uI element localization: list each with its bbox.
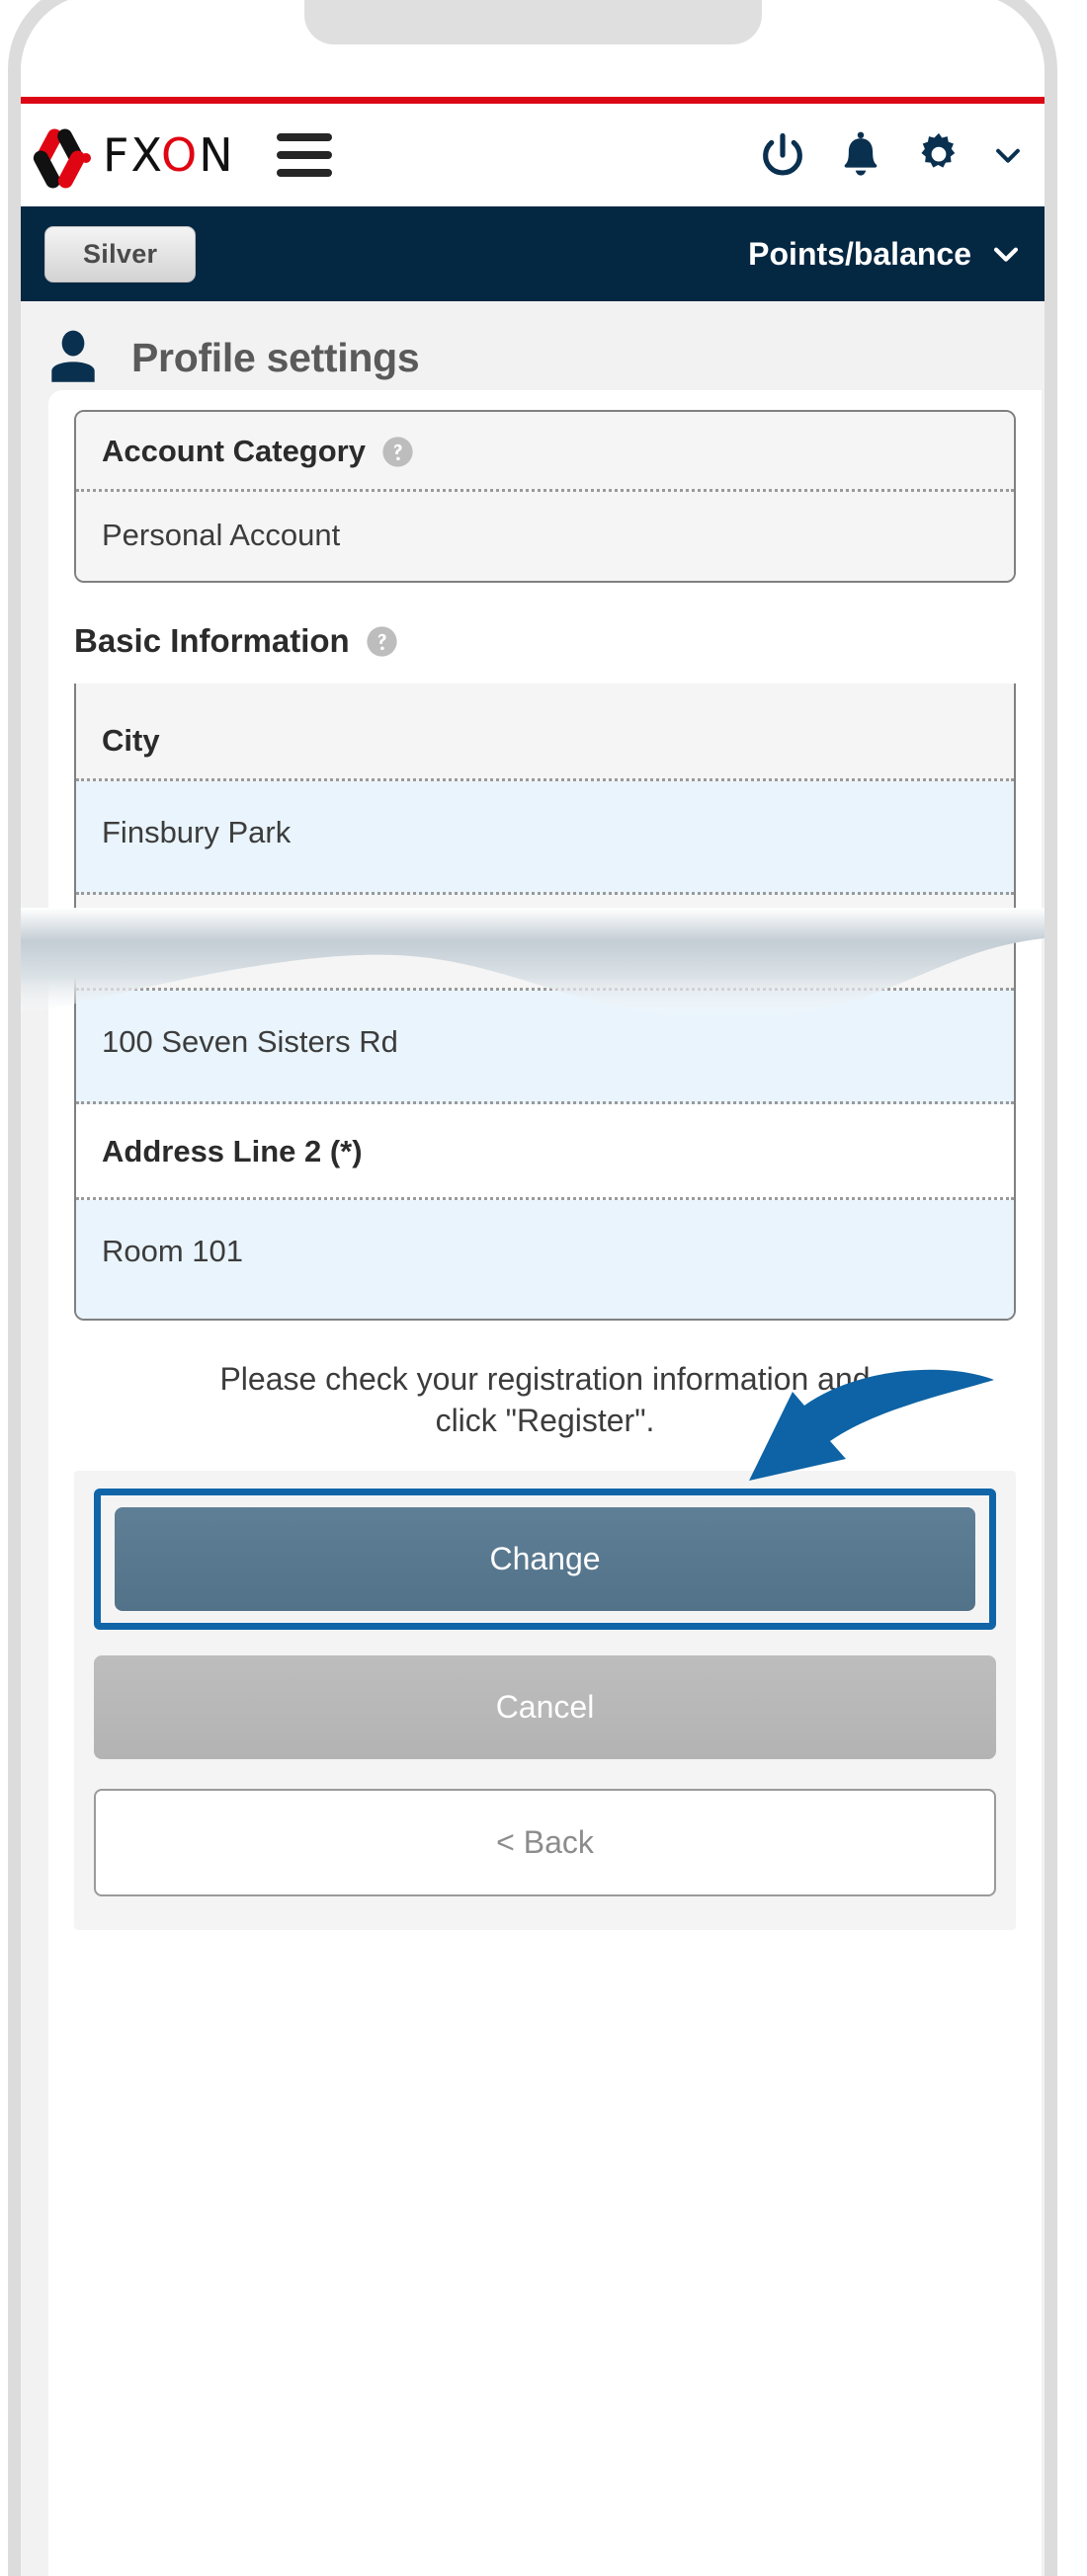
rank-badge[interactable]: Silver	[44, 225, 197, 282]
account-category-label: Account Category	[102, 434, 366, 468]
account-category-value: Personal Account	[76, 492, 1014, 581]
account-category-label-row: Account Category	[76, 412, 1014, 492]
basic-information-box: City Finsbury Park Address Line 1 100 Se…	[74, 684, 1016, 1321]
brand-word-accent: O	[161, 128, 200, 182]
page-title: Profile settings	[131, 334, 420, 380]
phone-screen: FXON Silver Points/balance Profile setti…	[21, 0, 1045, 2576]
brand-word-left: FX	[103, 128, 162, 182]
button-stack: Change Cancel < Back	[74, 1471, 1016, 1931]
settings-card: Account Category Personal Account Basic …	[48, 390, 1042, 2576]
city-label: City	[76, 684, 1014, 781]
cancel-button[interactable]: Cancel	[94, 1655, 996, 1760]
phone-notch	[304, 0, 762, 44]
change-button[interactable]: Change	[115, 1507, 975, 1612]
address-line-1-value: 100 Seven Sisters Rd	[76, 991, 1014, 1104]
bell-icon[interactable]	[835, 129, 886, 181]
change-button-highlight: Change	[94, 1489, 996, 1631]
power-icon[interactable]	[757, 129, 808, 181]
points-balance-label: Points/balance	[748, 235, 971, 272]
account-category-box: Account Category Personal Account	[74, 410, 1016, 583]
gear-icon[interactable]	[913, 129, 964, 181]
brand-accent-rule	[21, 97, 1045, 104]
address-line-2-value: Room 101	[76, 1200, 1014, 1319]
page-body: Profile settings Account Category Person…	[21, 301, 1045, 2576]
back-button[interactable]: < Back	[94, 1789, 996, 1897]
brand-wordmark: FXON	[103, 128, 235, 182]
help-circle-icon[interactable]	[381, 436, 414, 468]
help-circle-icon[interactable]	[366, 625, 398, 658]
basic-information-heading-row: Basic Information	[74, 622, 1016, 660]
chevron-down-icon[interactable]	[991, 138, 1025, 172]
address-line-2-label: Address Line 2 (*)	[76, 1104, 1014, 1200]
buttons-wrap: Change Cancel < Back	[74, 1370, 1016, 1931]
address-line-1-label: Address Line 1	[76, 895, 1014, 991]
instruction-line-2: click "Register".	[435, 1403, 655, 1439]
instruction-text: Please check your registration informati…	[74, 1358, 1016, 1441]
person-icon	[51, 330, 95, 382]
points-balance-toggle[interactable]: Points/balance	[748, 236, 1023, 273]
city-value: Finsbury Park	[76, 781, 1014, 895]
basic-information-heading: Basic Information	[74, 622, 350, 659]
brand-word-right: N	[199, 128, 235, 182]
brand-logo[interactable]: FXON	[30, 124, 235, 192]
site-header: FXON	[21, 104, 1045, 206]
account-status-bar: Silver Points/balance	[21, 206, 1045, 301]
hamburger-menu-icon[interactable]	[276, 133, 332, 177]
instruction-line-1: Please check your registration informati…	[219, 1361, 871, 1397]
x-logo-icon	[30, 124, 91, 192]
chevron-down-icon	[993, 247, 1019, 262]
header-actions	[757, 129, 1025, 181]
phone-mockup: FXON Silver Points/balance Profile setti…	[0, 0, 1087, 2576]
